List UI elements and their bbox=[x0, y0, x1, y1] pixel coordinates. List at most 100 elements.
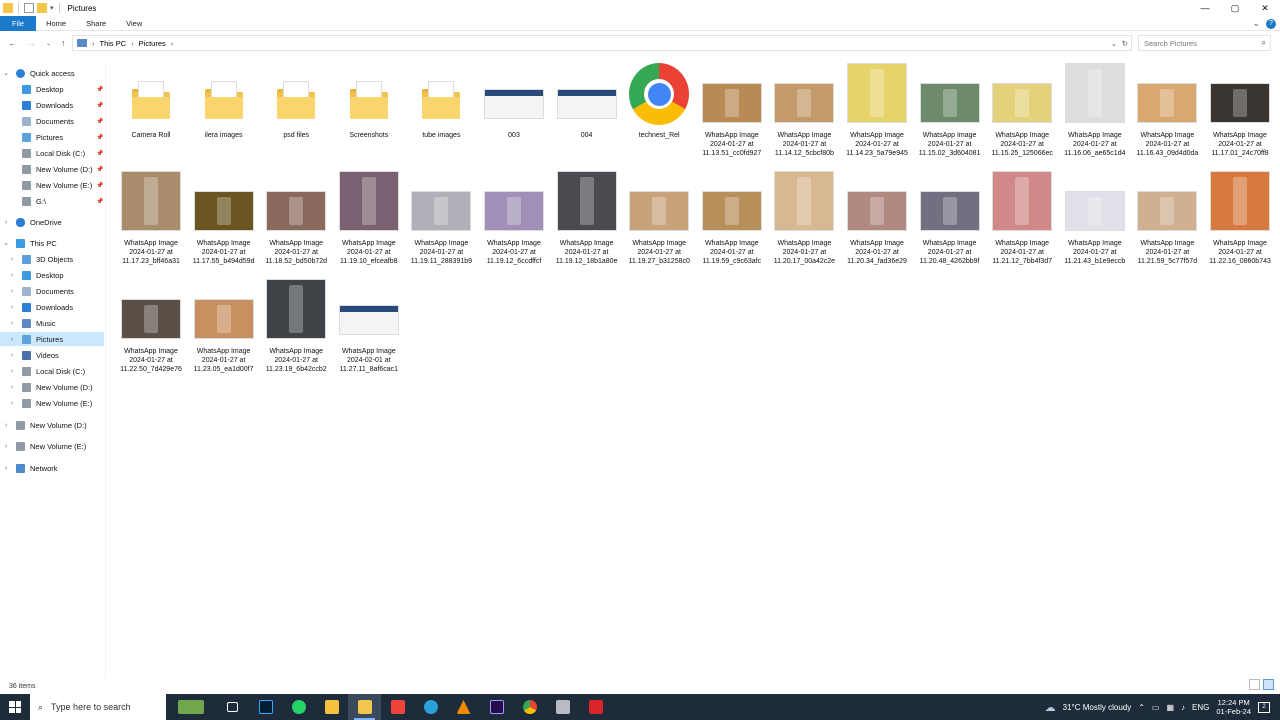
minimize-button[interactable]: — bbox=[1190, 0, 1220, 16]
printer-icon[interactable] bbox=[546, 694, 579, 720]
tab-home[interactable]: Home bbox=[36, 16, 76, 31]
expand-icon[interactable]: › bbox=[8, 288, 16, 295]
nav-quick-new-volume-d[interactable]: New Volume (D:) 📌 bbox=[22, 162, 103, 176]
nav-quick-downloads[interactable]: Downloads 📌 bbox=[22, 98, 103, 112]
expand-icon[interactable]: › bbox=[2, 465, 10, 472]
pin-icon[interactable]: 📌 bbox=[96, 102, 103, 109]
nav-quick-g-drive[interactable]: G:\ 📌 bbox=[22, 194, 103, 208]
photoshop-icon[interactable] bbox=[249, 694, 282, 720]
tab-share[interactable]: Share bbox=[76, 16, 116, 31]
pin-icon[interactable]: 📌 bbox=[96, 118, 103, 125]
nav-onedrive[interactable]: › OneDrive bbox=[5, 215, 62, 229]
weather-cloud-icon[interactable]: ☁ bbox=[1045, 701, 1056, 714]
news-widget-icon[interactable] bbox=[166, 694, 216, 720]
taskbar-search[interactable]: ⌕ Type here to search bbox=[30, 694, 166, 720]
pin-icon[interactable]: 📌 bbox=[96, 150, 103, 157]
nav-pc-new-volume-d[interactable]: › New Volume (D:) bbox=[11, 380, 93, 394]
large-icons-view-button[interactable] bbox=[1263, 679, 1274, 690]
drive-icon bbox=[22, 398, 31, 408]
pin-icon[interactable]: 📌 bbox=[96, 182, 103, 189]
expand-icon[interactable]: › bbox=[8, 400, 16, 407]
nav-pc-desktop[interactable]: › Desktop bbox=[11, 268, 64, 282]
volume-icon[interactable]: ♪ bbox=[1181, 703, 1185, 712]
search-icon[interactable]: ⌕ bbox=[1262, 38, 1266, 48]
nav-new-volume-e[interactable]: › New Volume (E:) bbox=[5, 439, 86, 453]
nav-this-pc[interactable]: ⌄ This PC bbox=[3, 236, 57, 250]
expand-ribbon-icon[interactable]: ⌄ bbox=[1252, 18, 1260, 29]
nav-new-volume-d[interactable]: › New Volume (D:) bbox=[5, 418, 87, 432]
pin-icon[interactable]: 📌 bbox=[96, 166, 103, 173]
pin-icon[interactable]: 📌 bbox=[96, 134, 103, 141]
nav-network[interactable]: › Network bbox=[5, 461, 58, 475]
nav-pc-documents[interactable]: › Documents bbox=[11, 284, 74, 298]
expand-icon[interactable]: › bbox=[8, 352, 16, 359]
meet-icon[interactable]: ▭ bbox=[1152, 703, 1160, 712]
address-history-icon[interactable]: ⌄ bbox=[1111, 39, 1117, 48]
store-icon[interactable] bbox=[315, 694, 348, 720]
notification-icon[interactable]: 2 bbox=[1258, 701, 1270, 713]
maximize-button[interactable]: ▢ bbox=[1220, 0, 1250, 16]
up-icon[interactable]: ↑ bbox=[61, 38, 66, 48]
refresh-icon[interactable]: ↻ bbox=[1122, 39, 1128, 48]
show-hidden-icons[interactable]: ⌃ bbox=[1138, 703, 1145, 712]
breadcrumb-this-pc[interactable]: This PC bbox=[100, 39, 127, 48]
windows-logo-icon bbox=[9, 701, 21, 713]
network-tray-icon[interactable]: ▦ bbox=[1166, 703, 1174, 712]
forward-icon[interactable]: → bbox=[27, 38, 36, 48]
expand-icon[interactable]: › bbox=[2, 422, 10, 429]
tab-view[interactable]: View bbox=[116, 16, 152, 31]
file-explorer-icon[interactable] bbox=[348, 694, 381, 720]
back-icon[interactable]: ← bbox=[8, 38, 17, 48]
expand-icon[interactable]: › bbox=[2, 443, 10, 450]
expand-icon[interactable]: › bbox=[8, 384, 16, 391]
details-view-button[interactable] bbox=[1249, 679, 1260, 690]
expand-icon[interactable]: › bbox=[8, 304, 16, 311]
expand-icon[interactable]: › bbox=[8, 320, 16, 327]
nav-pc-downloads[interactable]: › Downloads bbox=[11, 300, 73, 314]
recent-locations-icon[interactable]: ⌄ bbox=[46, 40, 51, 47]
clock[interactable]: 12:24 PM 01-Feb-24 bbox=[1216, 698, 1251, 716]
close-button[interactable]: ✕ bbox=[1250, 0, 1280, 16]
customize-toolbar-icon[interactable]: ▾ bbox=[50, 4, 54, 12]
expand-icon[interactable]: › bbox=[8, 272, 16, 279]
breadcrumb-pictures[interactable]: Pictures bbox=[139, 39, 166, 48]
expand-icon[interactable]: › bbox=[8, 256, 16, 263]
weather-text[interactable]: 31°C Mostly cloudy bbox=[1063, 703, 1132, 712]
nav-quick-access[interactable]: ⌄ Quick access bbox=[3, 66, 75, 80]
expand-icon[interactable]: › bbox=[8, 336, 16, 343]
expand-icon[interactable]: › bbox=[8, 368, 16, 375]
help-icon[interactable]: ? bbox=[1266, 18, 1276, 29]
drive-icon bbox=[22, 164, 31, 174]
nav-pc-local-disk-c[interactable]: › Local Disk (C:) bbox=[11, 364, 85, 378]
premiere-icon[interactable] bbox=[480, 694, 513, 720]
nav-quick-local-disk-c[interactable]: Local Disk (C:) 📌 bbox=[22, 146, 103, 160]
nav-quick-pictures[interactable]: Pictures 📌 bbox=[22, 130, 103, 144]
chrome-icon[interactable] bbox=[513, 694, 546, 720]
collapse-icon[interactable]: ⌄ bbox=[2, 239, 10, 247]
nav-pc-3d-objects[interactable]: › 3D Objects bbox=[11, 252, 73, 266]
vlc-icon[interactable] bbox=[447, 694, 480, 720]
search-input[interactable]: Search Pictures ⌕ bbox=[1138, 35, 1271, 51]
task-view-icon[interactable] bbox=[216, 694, 249, 720]
nav-quick-new-volume-e[interactable]: New Volume (E:) 📌 bbox=[22, 178, 103, 192]
pin-icon[interactable]: 📌 bbox=[96, 86, 103, 93]
pin-icon[interactable]: 📌 bbox=[96, 198, 103, 205]
pdf-app-icon[interactable] bbox=[579, 694, 612, 720]
start-button[interactable] bbox=[0, 694, 30, 720]
anydesk-icon[interactable] bbox=[381, 694, 414, 720]
nav-pc-music[interactable]: › Music bbox=[11, 316, 56, 330]
collapse-icon[interactable]: ⌄ bbox=[2, 69, 10, 77]
expand-icon[interactable]: › bbox=[2, 219, 10, 226]
nav-quick-desktop[interactable]: Desktop 📌 bbox=[22, 82, 103, 96]
tab-file[interactable]: File bbox=[0, 15, 37, 31]
nav-pc-videos[interactable]: › Videos bbox=[11, 348, 59, 362]
telegram-icon[interactable] bbox=[414, 694, 447, 720]
address-bar[interactable]: › This PC › Pictures › ⌄ ↻ bbox=[72, 35, 1132, 51]
language-indicator[interactable]: ENG bbox=[1192, 703, 1209, 712]
nav-quick-documents[interactable]: Documents 📌 bbox=[22, 114, 103, 128]
whatsapp-icon[interactable] bbox=[282, 694, 315, 720]
properties-icon[interactable] bbox=[24, 3, 34, 13]
nav-pc-new-volume-e[interactable]: › New Volume (E:) bbox=[11, 396, 92, 410]
new-folder-icon[interactable] bbox=[37, 3, 47, 13]
nav-pc-pictures[interactable]: › Pictures bbox=[0, 332, 104, 346]
